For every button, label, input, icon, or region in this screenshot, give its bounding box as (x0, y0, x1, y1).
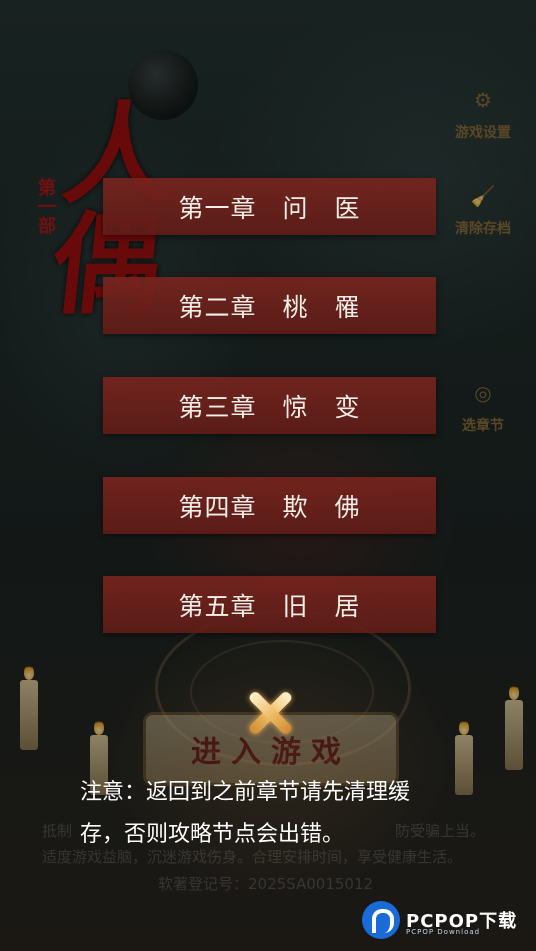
watermark-logo-icon (362, 901, 400, 939)
close-icon[interactable] (243, 686, 297, 740)
chapter-1-button[interactable]: 第一章 问 医 (103, 178, 436, 235)
chapter-3-button[interactable]: 第三章 惊 变 (103, 377, 436, 434)
chapter-2-button[interactable]: 第二章 桃 罹 (103, 277, 436, 334)
watermark: PCPOP下载 PCPOP Download (362, 896, 517, 944)
chapter-5-button[interactable]: 第五章 旧 居 (103, 576, 436, 633)
chapter-4-button[interactable]: 第四章 欺 佛 (103, 477, 436, 534)
notice-text: 注意：返回到之前章节请先清理缓存，否则攻略节点会出错。 (80, 780, 411, 847)
watermark-sub: PCPOP Download (406, 928, 481, 936)
